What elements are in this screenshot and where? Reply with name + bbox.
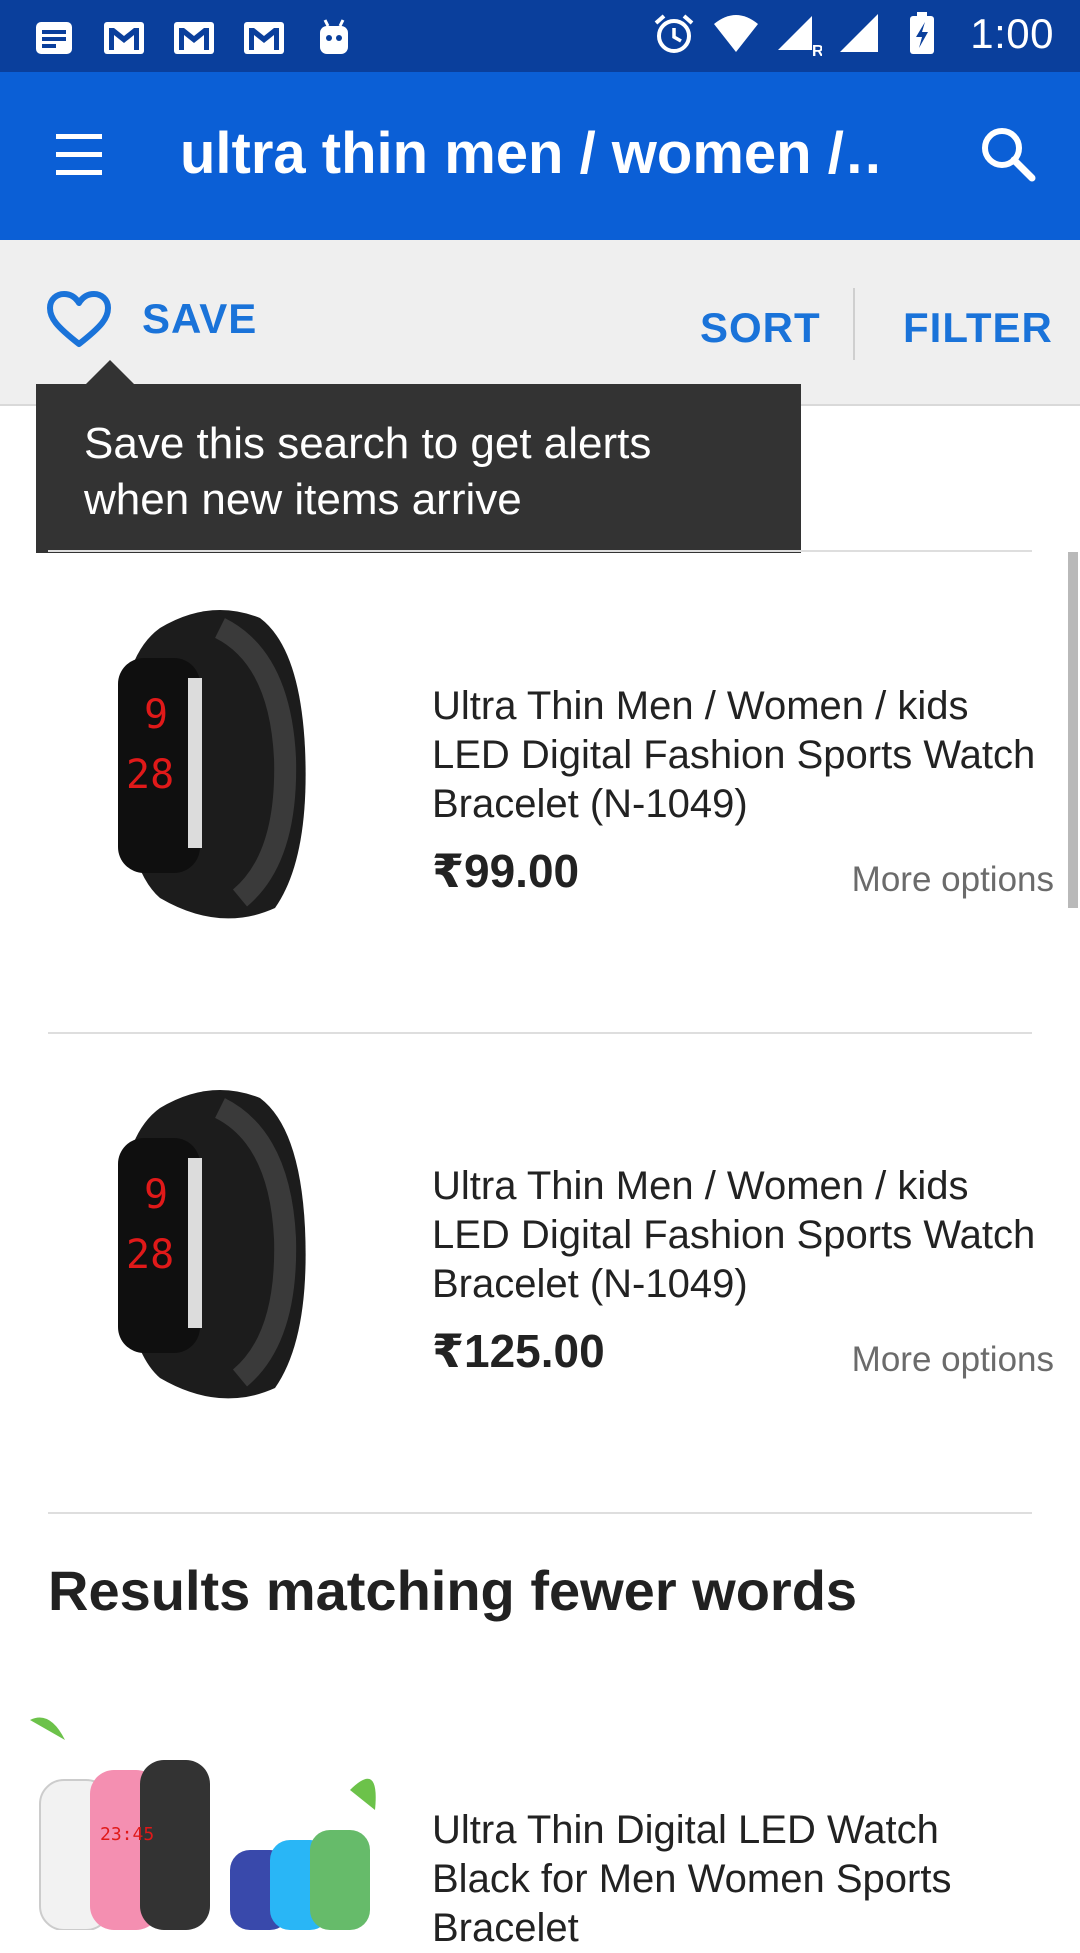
wifi-icon — [714, 15, 759, 52]
app-bar: ultra thin men / women /… — [0, 72, 1080, 240]
alarm-icon — [654, 14, 694, 53]
search-query-title[interactable]: ultra thin men / women /… — [180, 120, 880, 192]
list-item[interactable]: 9 28 Ultra Thin Men / Women / kids LED D… — [0, 552, 1080, 1032]
product-title[interactable]: Ultra Thin Men / Women / kids LED Digita… — [432, 682, 1062, 829]
gmail-icon — [174, 22, 214, 54]
svg-text:28: 28 — [126, 752, 174, 798]
svg-text:9: 9 — [144, 1172, 168, 1218]
filter-button[interactable]: FILTER — [903, 304, 1053, 352]
save-search-tooltip[interactable]: Save this search to get alerts when new … — [36, 384, 801, 553]
save-search-button[interactable]: SAVE — [46, 284, 257, 354]
product-image: 23:45 — [30, 1717, 376, 1930]
tooltip-text-line1: Save this search to get alerts — [84, 419, 652, 468]
product-price: ₹99.00 — [432, 845, 580, 897]
tooltip-arrow — [86, 360, 134, 384]
battery-charging-icon — [910, 12, 935, 54]
tooltip-text-line2: when new items arrive — [84, 475, 522, 524]
scrollbar[interactable] — [1068, 552, 1078, 908]
list-item[interactable]: 23:45 Ultra Thin Digital LED Watch Black… — [0, 1690, 1080, 1950]
save-label: SAVE — [142, 295, 258, 342]
signal-icon — [840, 14, 879, 52]
action-bar: SAVE SORT FILTER — [0, 240, 1080, 406]
clock-time: 1:00 — [970, 10, 1054, 57]
android-icon — [320, 19, 348, 54]
status-bar: R 1:00 — [0, 0, 1080, 72]
sort-button[interactable]: SORT — [700, 304, 821, 352]
svg-text:28: 28 — [126, 1232, 174, 1278]
heart-icon — [47, 291, 111, 347]
gmail-icon — [244, 22, 284, 54]
product-title[interactable]: Ultra Thin Men / Women / kids LED Digita… — [432, 1162, 1062, 1309]
more-options-link[interactable]: More options — [852, 1340, 1054, 1380]
signal-roaming-icon: R — [778, 16, 822, 58]
product-title[interactable]: Ultra Thin Digital LED Watch Black for M… — [432, 1806, 1062, 1953]
svg-text:R: R — [812, 43, 822, 58]
product-image: 9 28 — [118, 1090, 306, 1399]
fewer-words-heading: Results matching fewer words — [48, 1559, 858, 1622]
more-options-link[interactable]: More options — [852, 860, 1054, 900]
product-price: ₹125.00 — [432, 1325, 605, 1377]
divider — [48, 1512, 1032, 1514]
search-icon[interactable] — [976, 122, 1040, 186]
gmail-icon — [104, 22, 144, 54]
system-icons: R 1:00 — [650, 10, 1054, 58]
hamburger-menu-icon[interactable] — [46, 128, 110, 184]
svg-text:9: 9 — [144, 692, 168, 738]
notification-icons — [30, 14, 358, 62]
list-item[interactable]: 9 28 Ultra Thin Men / Women / kids LED D… — [0, 1034, 1080, 1514]
notes-icon — [36, 22, 72, 54]
action-divider — [853, 288, 855, 360]
product-image: 9 28 — [118, 610, 306, 919]
svg-text:23:45: 23:45 — [100, 1824, 154, 1845]
